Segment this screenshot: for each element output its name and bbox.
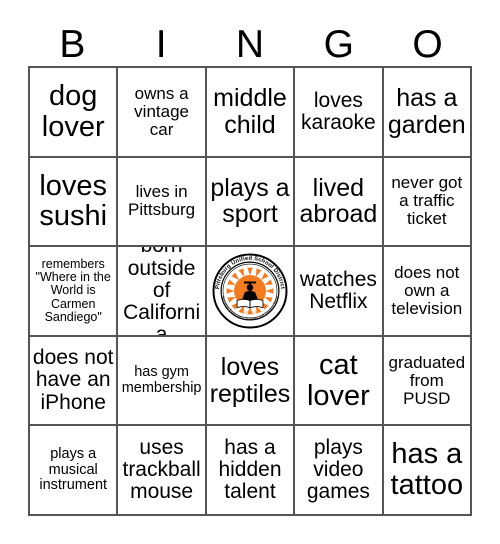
bingo-cell-label: loves reptiles	[209, 353, 291, 408]
bingo-cell[interactable]: uses trackball mouse	[118, 426, 207, 516]
bingo-cell[interactable]: has gym membership	[118, 336, 207, 427]
bingo-cell[interactable]: does not have an iPhone	[30, 336, 119, 427]
bingo-cell[interactable]: loves reptiles	[206, 336, 296, 427]
bingo-cell[interactable]: remembers "Where in the World is Carmen …	[30, 247, 119, 337]
bingo-cell[interactable]: graduated from PUSD	[383, 336, 472, 427]
bingo-cell[interactable]: plays a sport	[206, 157, 296, 248]
bingo-cell[interactable]: has a hidden talent	[206, 426, 296, 516]
bingo-cell-label: has a garden	[387, 84, 466, 139]
bingo-cell-label: born outside of California	[123, 247, 201, 337]
bingo-cell[interactable]: loves sushi	[30, 157, 119, 248]
bingo-cell[interactable]: watches Netflix	[295, 247, 384, 337]
bingo-cell[interactable]: loves karaoke	[295, 68, 384, 158]
bingo-cell-label: does not own a television	[391, 262, 463, 318]
bingo-cell[interactable]: middle child	[206, 68, 296, 158]
header-letter-n: N	[235, 22, 265, 66]
bingo-cell-label: lives in Pittsburg	[128, 182, 196, 220]
bingo-header: B I N G O	[28, 22, 472, 66]
bingo-cell[interactable]: plays a musical instrument	[30, 426, 119, 516]
bingo-cell-label: loves karaoke	[301, 88, 376, 134]
header-letter-b: B	[59, 22, 86, 66]
bingo-cell-free-space[interactable]: Pittsburg Unified School District Nurturi…	[206, 247, 296, 337]
bingo-cell-label: has a tattoo	[390, 438, 464, 502]
bingo-cell[interactable]: never got a traffic ticket	[383, 157, 472, 248]
bingo-cell-label: plays a sport	[210, 173, 290, 229]
bingo-cell[interactable]: owns a vintage car	[118, 68, 207, 158]
bingo-cell-label: graduated from PUSD	[388, 352, 466, 408]
header-letter-o: O	[412, 22, 443, 66]
bingo-cell-label: cat lover	[306, 348, 370, 412]
pusd-seal-logo: Pittsburg Unified School District Nurturi…	[212, 253, 288, 329]
bingo-grid: dog lover owns a vintage car middle child l…	[28, 66, 472, 516]
bingo-cell-label: has a hidden talent	[218, 435, 282, 504]
bingo-cell[interactable]: does not own a television	[383, 247, 472, 337]
bingo-cell[interactable]: born outside of California	[118, 247, 207, 337]
bingo-cell[interactable]: plays video games	[295, 426, 384, 516]
bingo-cell[interactable]: has a garden	[383, 68, 472, 158]
bingo-cell-label: does not have an iPhone	[32, 346, 114, 414]
bingo-cell-label: lived abroad	[299, 173, 378, 229]
bingo-cell-label: plays a musical instrument	[39, 446, 108, 493]
bingo-cell-label: owns a vintage car	[134, 83, 189, 139]
bingo-cell-label: remembers "Where in the World is Carmen …	[35, 256, 111, 324]
bingo-cell[interactable]: lived abroad	[295, 157, 384, 248]
bingo-cell[interactable]: dog lover	[30, 68, 119, 158]
bingo-cell-label: plays video games	[306, 435, 370, 504]
header-letter-g: G	[323, 22, 354, 66]
header-letter-i: I	[155, 22, 167, 66]
bingo-cell-label: never got a traffic ticket	[391, 173, 463, 229]
bingo-cell-label: uses trackball mouse	[122, 435, 201, 504]
bingo-cell[interactable]: has a tattoo	[383, 426, 472, 516]
bingo-cell-label: has gym membership	[121, 364, 202, 396]
svg-text:EST. 1920: EST. 1920	[244, 310, 257, 314]
bingo-cell-label: dog lover	[41, 80, 105, 143]
bingo-cell-label: loves sushi	[39, 169, 108, 233]
bingo-cell[interactable]: lives in Pittsburg	[118, 157, 207, 248]
bingo-cell[interactable]: cat lover	[295, 336, 384, 427]
bingo-cell-label: middle child	[213, 84, 287, 139]
bingo-cell-label: watches Netflix	[299, 267, 377, 313]
bingo-card: B I N G O dog lover owns a vintage car mid…	[0, 0, 500, 544]
